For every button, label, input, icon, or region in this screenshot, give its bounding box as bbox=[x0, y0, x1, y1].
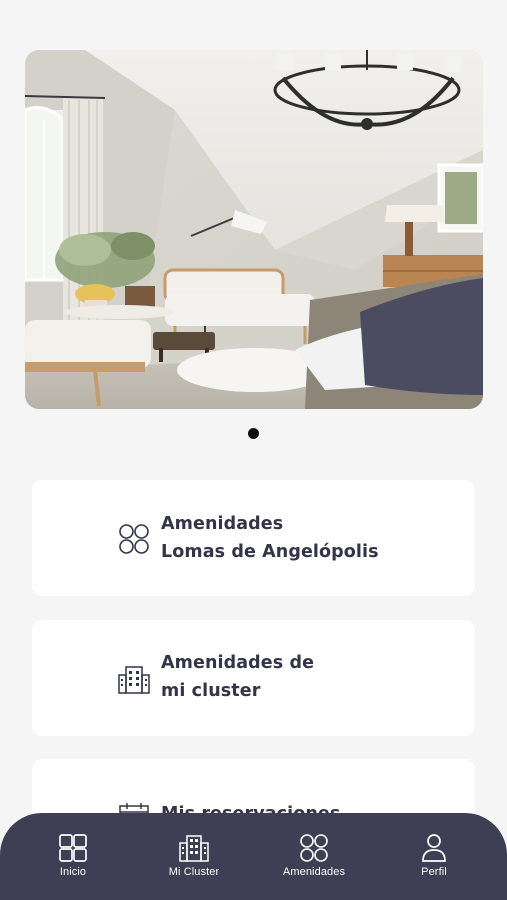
amenidades-lomas-card[interactable]: Amenidades Lomas de Angelópolis bbox=[32, 480, 475, 596]
hero-bedroom-image[interactable] bbox=[25, 50, 483, 409]
card-label: Amenidades Lomas de Angelópolis bbox=[161, 510, 379, 566]
bedroom-illustration bbox=[25, 50, 483, 409]
card-label-line2: Lomas de Angelópolis bbox=[161, 542, 379, 562]
card-label-line1: Amenidades de bbox=[161, 653, 315, 673]
building-icon bbox=[118, 666, 150, 694]
card-label-line1: Amenidades bbox=[161, 514, 284, 534]
user-icon bbox=[422, 834, 446, 862]
bottom-nav: Inicio Mi Cluster Amenidades Perfil bbox=[0, 813, 507, 900]
card-label: Amenidades de mi cluster bbox=[161, 649, 314, 705]
nav-item-mi-cluster[interactable]: Mi Cluster bbox=[144, 833, 244, 893]
app-screen: Amenidades Lomas de Angelópolis Amenidad… bbox=[0, 0, 507, 900]
nav-label-amenidades: Amenidades bbox=[282, 866, 346, 878]
grid-icon bbox=[59, 834, 87, 862]
card-label-line2: mi cluster bbox=[161, 681, 261, 701]
nav-label-inicio: Inicio bbox=[59, 866, 87, 878]
building-icon bbox=[179, 835, 209, 862]
nav-item-amenidades[interactable]: Amenidades bbox=[264, 833, 364, 893]
nav-label-mi-cluster: Mi Cluster bbox=[168, 866, 220, 878]
amenidades-cluster-card[interactable]: Amenidades de mi cluster bbox=[32, 620, 475, 736]
circles-grid-icon bbox=[119, 524, 149, 554]
nav-label-perfil: Perfil bbox=[421, 866, 447, 878]
nav-item-inicio[interactable]: Inicio bbox=[23, 833, 123, 893]
nav-item-perfil[interactable]: Perfil bbox=[384, 833, 484, 893]
circles-grid-icon bbox=[300, 834, 328, 862]
carousel-dot-active[interactable] bbox=[248, 428, 259, 439]
carousel-pagination bbox=[0, 428, 507, 440]
